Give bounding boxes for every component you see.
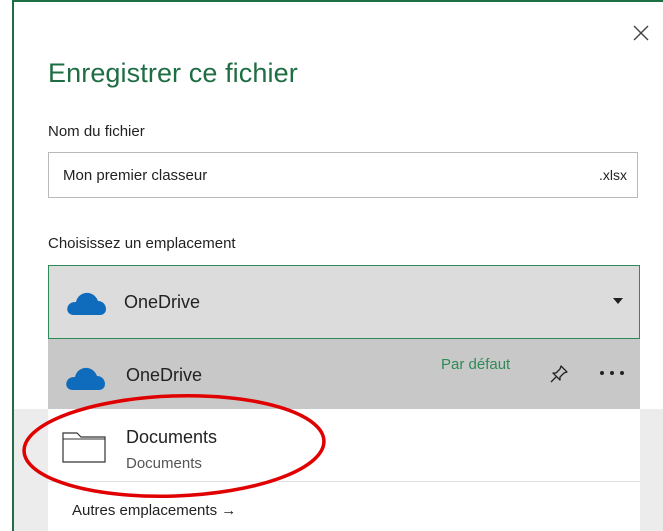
file-extension: .xlsx [599,167,627,183]
more-locations-row: Autres emplacements → [48,481,640,531]
backdrop-left [14,409,48,531]
default-badge: Par défaut [441,356,511,373]
location-dropdown[interactable]: OneDrive [48,265,640,339]
onedrive-cloud-icon [67,292,106,315]
dialog-border-top [12,0,663,2]
filename-label: Nom du fichier [48,123,145,140]
selected-location: OneDrive [124,292,201,312]
backdrop-right [640,409,663,531]
save-dialog: Enregistrer ce fichier Nom du fichier .x… [0,0,663,531]
more-locations-link[interactable]: Autres emplacements → [72,502,236,519]
more-options-button[interactable] [596,363,628,383]
filename-field[interactable]: .xlsx [48,152,638,198]
location-option-label: OneDrive [126,365,203,385]
chevron-down-icon [613,298,623,304]
location-option-onedrive[interactable]: OneDrive Par défaut [48,339,640,409]
onedrive-cloud-icon [66,367,105,390]
pin-button[interactable] [548,363,570,385]
location-option-documents[interactable]: Documents Documents [48,409,640,481]
pin-icon [550,365,568,383]
close-button[interactable] [628,20,654,46]
filename-input[interactable] [63,165,543,185]
folder-icon [62,432,106,463]
location-option-subtitle: Documents [126,455,202,472]
ellipsis-icon [600,371,624,375]
location-label: Choisissez un emplacement [48,235,236,252]
location-option-label: Documents [126,427,218,447]
dialog-title: Enregistrer ce fichier [48,58,298,88]
close-icon [633,25,649,41]
